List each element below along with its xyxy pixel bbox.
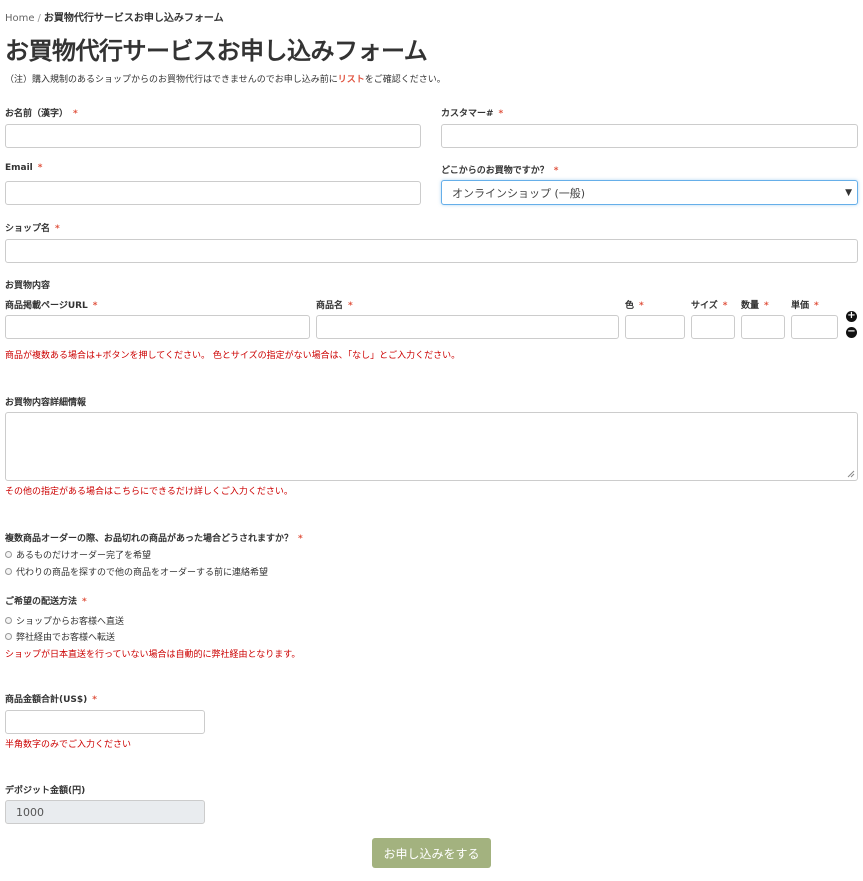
customer-number-label: カスタマー# * bbox=[441, 106, 503, 119]
required-mark: * bbox=[764, 301, 769, 311]
items-help-text: 商品が複数ある場合は+ボタンを押してください。 色とサイズの指定がない場合は、「… bbox=[5, 351, 461, 361]
customer-number-input[interactable] bbox=[441, 124, 858, 148]
required-mark: * bbox=[639, 301, 644, 311]
item-name-label: 商品名 * bbox=[316, 298, 353, 311]
shop-type-selected: オンラインショップ (一般) bbox=[452, 186, 586, 200]
items-section-label: お買物内容 bbox=[5, 281, 51, 291]
email-label: Email * bbox=[5, 163, 43, 173]
required-mark: * bbox=[73, 109, 78, 119]
details-textarea[interactable] bbox=[5, 412, 858, 481]
name-label-text: お名前（漢字） bbox=[5, 109, 69, 119]
page-title: お買物代行サービスお申し込みフォーム bbox=[5, 37, 428, 65]
breadcrumb-separator: / bbox=[37, 13, 41, 24]
delivery-option-1-label: ショップからお客様へ直送 bbox=[16, 617, 125, 627]
out-of-stock-option-1[interactable]: あるものだけオーダー完了を希望 bbox=[5, 548, 151, 561]
radio-button[interactable] bbox=[5, 633, 12, 640]
item-price-label-text: 単価 bbox=[791, 301, 810, 311]
notice-prefix: （注）購入規制のあるショップからのお買物代行はできませんのでお申し込み前に bbox=[5, 75, 338, 85]
item-size-label: サイズ * bbox=[691, 298, 727, 311]
item-url-input[interactable] bbox=[5, 315, 310, 339]
deposit-field: 1000 bbox=[5, 800, 205, 824]
restricted-list-link[interactable]: リスト bbox=[338, 75, 365, 85]
deposit-value: 1000 bbox=[16, 805, 44, 819]
item-url-label-text: 商品掲載ページURL bbox=[5, 301, 88, 311]
total-label-text: 商品金額合計(US$) bbox=[5, 695, 88, 705]
required-mark: * bbox=[82, 597, 87, 607]
radio-button[interactable] bbox=[5, 617, 12, 624]
dropdown-arrow-icon: ▼ bbox=[845, 187, 852, 198]
total-label: 商品金額合計(US$) * bbox=[5, 692, 97, 705]
total-help-text: 半角数字のみでご入力ください bbox=[5, 740, 132, 750]
details-label: お買物内容詳細情報 bbox=[5, 398, 87, 408]
required-mark: * bbox=[722, 301, 728, 311]
out-of-stock-label: 複数商品オーダーの際、お品切れの商品があった場合どうされますか？ * bbox=[5, 531, 303, 544]
item-size-label-text: サイズ bbox=[691, 301, 718, 311]
delivery-option-2-label: 弊社経由でお客様へ転送 bbox=[16, 633, 116, 643]
item-color-label-text: 色 bbox=[625, 301, 635, 311]
required-mark: * bbox=[814, 301, 819, 311]
required-mark: * bbox=[298, 534, 303, 544]
shop-name-label-text: ショップ名 bbox=[5, 224, 51, 234]
email-label-text: Email bbox=[5, 163, 33, 173]
customer-number-label-text: カスタマー# bbox=[441, 109, 494, 119]
out-of-stock-label-text: 複数商品オーダーの際、お品切れの商品があった場合どうされますか？ bbox=[5, 534, 294, 544]
required-mark: * bbox=[553, 166, 559, 176]
notice-text: （注）購入規制のあるショップからのお買物代行はできませんのでお申し込み前にリスト… bbox=[5, 72, 446, 85]
item-price-label: 単価 * bbox=[791, 298, 819, 311]
notice-suffix: をご確認ください。 bbox=[364, 75, 446, 85]
item-qty-label-text: 数量 bbox=[741, 301, 760, 311]
required-mark: * bbox=[92, 695, 97, 705]
delivery-help-text: ショップが日本直送を行っていない場合は自動的に弊社経由となります。 bbox=[5, 650, 301, 660]
breadcrumb-home-link[interactable]: Home bbox=[5, 13, 35, 24]
out-of-stock-option-1-label: あるものだけオーダー完了を希望 bbox=[16, 551, 152, 561]
item-name-input[interactable] bbox=[316, 315, 619, 339]
shop-type-label-text: どこからのお買物ですか？ bbox=[441, 166, 549, 176]
name-input[interactable] bbox=[5, 124, 421, 148]
breadcrumb-current: お買物代行サービスお申し込みフォーム bbox=[43, 13, 224, 24]
required-mark: * bbox=[92, 301, 98, 311]
delivery-option-1[interactable]: ショップからお客様へ直送 bbox=[5, 614, 124, 627]
item-size-input[interactable] bbox=[691, 315, 735, 339]
item-url-label: 商品掲載ページURL * bbox=[5, 298, 98, 311]
add-item-icon[interactable]: + bbox=[846, 311, 857, 322]
item-qty-input[interactable] bbox=[741, 315, 785, 339]
out-of-stock-option-2[interactable]: 代わりの商品を探すので他の商品をオーダーする前に連絡希望 bbox=[5, 565, 268, 578]
remove-item-icon[interactable]: − bbox=[846, 327, 857, 338]
out-of-stock-option-2-label: 代わりの商品を探すので他の商品をオーダーする前に連絡希望 bbox=[16, 568, 269, 578]
item-price-input[interactable] bbox=[791, 315, 838, 339]
item-name-label-text: 商品名 bbox=[316, 301, 344, 311]
deposit-label: デポジット金額(円) bbox=[5, 786, 86, 796]
shop-name-label: ショップ名 * bbox=[5, 221, 60, 234]
required-mark: * bbox=[55, 224, 60, 234]
item-color-input[interactable] bbox=[625, 315, 685, 339]
required-mark: * bbox=[498, 109, 504, 119]
delivery-option-2[interactable]: 弊社経由でお客様へ転送 bbox=[5, 630, 115, 643]
resize-handle-icon[interactable] bbox=[847, 470, 855, 478]
shop-type-select[interactable]: オンラインショップ (一般) ▼ bbox=[441, 180, 858, 205]
details-help-text: その他の指定がある場合はこちらにできるだけ詳しくご入力ください。 bbox=[5, 487, 293, 497]
email-input[interactable] bbox=[5, 181, 421, 205]
item-color-label: 色 * bbox=[625, 298, 644, 311]
item-qty-label: 数量 * bbox=[741, 298, 769, 311]
submit-button[interactable]: お申し込みをする bbox=[372, 838, 491, 868]
shop-type-label: どこからのお買物ですか？ * bbox=[441, 163, 558, 176]
required-mark: * bbox=[348, 301, 353, 311]
delivery-label-text: ご希望の配送方法 bbox=[5, 597, 78, 607]
name-label: お名前（漢字） * bbox=[5, 106, 78, 119]
delivery-label: ご希望の配送方法 * bbox=[5, 594, 87, 607]
shop-name-input[interactable] bbox=[5, 239, 858, 263]
radio-button[interactable] bbox=[5, 551, 12, 558]
radio-button[interactable] bbox=[5, 568, 12, 575]
total-input[interactable] bbox=[5, 710, 205, 734]
breadcrumb: Home / お買物代行サービスお申し込みフォーム bbox=[5, 9, 224, 24]
required-mark: * bbox=[37, 163, 43, 173]
